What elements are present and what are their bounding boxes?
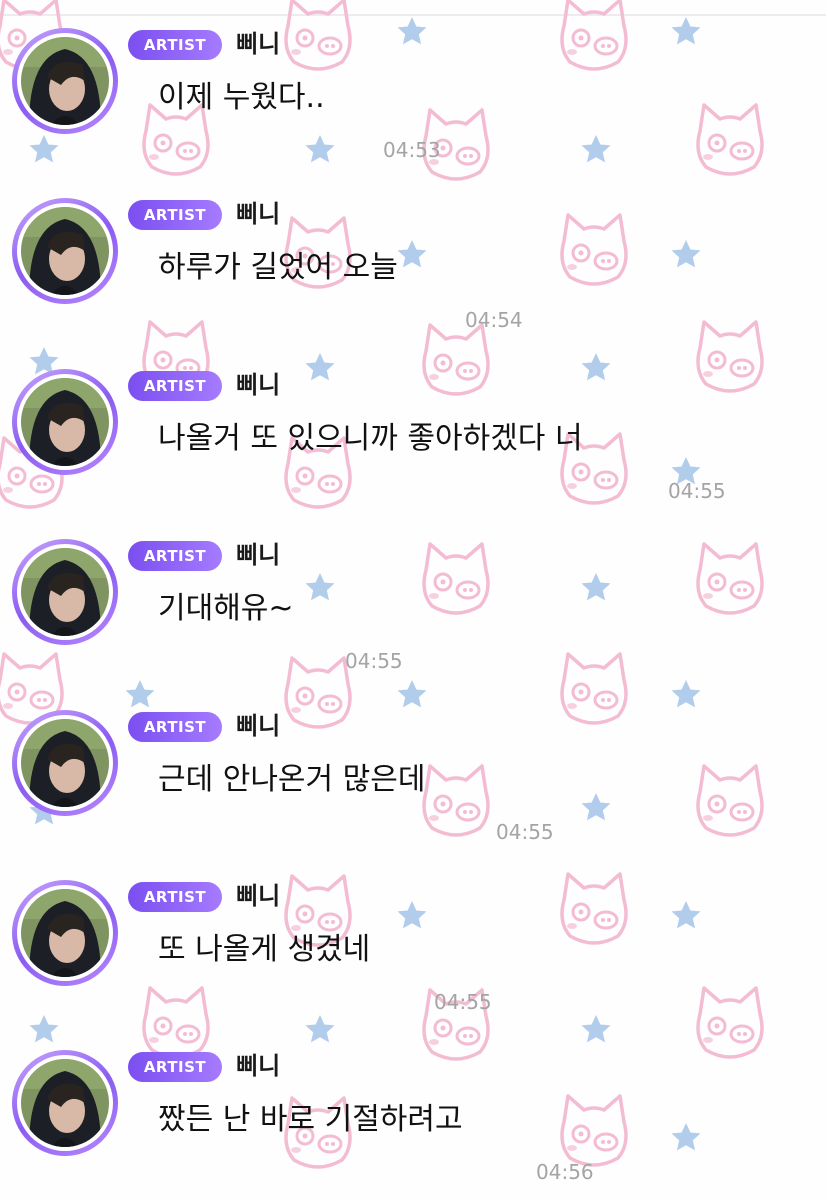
artist-badge: ARTIST: [128, 371, 222, 401]
message-timestamp: 04:55: [345, 649, 403, 673]
message-text[interactable]: 근데 안나온거 많은데: [158, 758, 425, 802]
artist-badge: ARTIST: [128, 1052, 222, 1082]
artist-badge: ARTIST: [128, 30, 222, 60]
message-timestamp: 04:56: [536, 1160, 594, 1184]
sender-name[interactable]: 삐니: [236, 27, 280, 61]
chat-message: ARTIST 삐니 기대해유~ 04:55: [0, 511, 826, 681]
sender-name[interactable]: 삐니: [236, 197, 280, 231]
chat-message-list[interactable]: ARTIST 삐니 이제 누웠다.. 04:53 ARTIST 삐니 하루가 길…: [0, 0, 826, 1200]
message-text[interactable]: 짰든 난 바로 기절하려고: [158, 1098, 463, 1142]
sender-name[interactable]: 삐니: [236, 1049, 280, 1083]
chat-message: ARTIST 삐니 나올거 또 있으니까 좋아하겠다 너 04:55: [0, 341, 826, 511]
sender-name[interactable]: 삐니: [236, 538, 280, 572]
artist-avatar[interactable]: [12, 1050, 118, 1156]
message-text[interactable]: 기대해유~: [158, 587, 294, 631]
message-text[interactable]: 이제 누웠다..: [158, 76, 325, 120]
artist-avatar[interactable]: [12, 539, 118, 645]
avatar-photo: [21, 1059, 109, 1147]
message-timestamp: 04:53: [383, 138, 441, 162]
message-timestamp: 04:55: [496, 820, 554, 844]
artist-badge: ARTIST: [128, 882, 222, 912]
artist-avatar[interactable]: [12, 198, 118, 304]
artist-badge: ARTIST: [128, 712, 222, 742]
artist-avatar[interactable]: [12, 28, 118, 134]
artist-avatar[interactable]: [12, 710, 118, 816]
chat-message: ARTIST 삐니 하루가 길었어 오늘 04:54: [0, 170, 826, 340]
message-text[interactable]: 또 나올게 생겼네: [158, 928, 370, 972]
chat-message: ARTIST 삐니 이제 누웠다.. 04:53: [0, 0, 826, 170]
message-timestamp: 04:55: [434, 990, 492, 1014]
avatar-photo: [21, 37, 109, 125]
artist-avatar[interactable]: [12, 369, 118, 475]
avatar-photo: [21, 889, 109, 977]
artist-badge: ARTIST: [128, 541, 222, 571]
avatar-photo: [21, 378, 109, 466]
sender-name[interactable]: 삐니: [236, 879, 280, 913]
message-timestamp: 04:54: [465, 308, 523, 332]
artist-avatar[interactable]: [12, 880, 118, 986]
message-text[interactable]: 나올거 또 있으니까 좋아하겠다 너: [158, 417, 583, 461]
sender-name[interactable]: 삐니: [236, 368, 280, 402]
message-timestamp: 04:55: [668, 479, 726, 503]
avatar-photo: [21, 548, 109, 636]
artist-badge: ARTIST: [128, 200, 222, 230]
message-text[interactable]: 하루가 길었어 오늘: [158, 246, 398, 290]
chat-message: ARTIST 삐니 짰든 난 바로 기절하려고 04:56: [0, 1022, 826, 1192]
sender-name[interactable]: 삐니: [236, 709, 280, 743]
avatar-photo: [21, 719, 109, 807]
chat-message: ARTIST 삐니 또 나올게 생겼네 04:55: [0, 852, 826, 1022]
chat-message: ARTIST 삐니 근데 안나온거 많은데 04:55: [0, 682, 826, 852]
avatar-photo: [21, 207, 109, 295]
